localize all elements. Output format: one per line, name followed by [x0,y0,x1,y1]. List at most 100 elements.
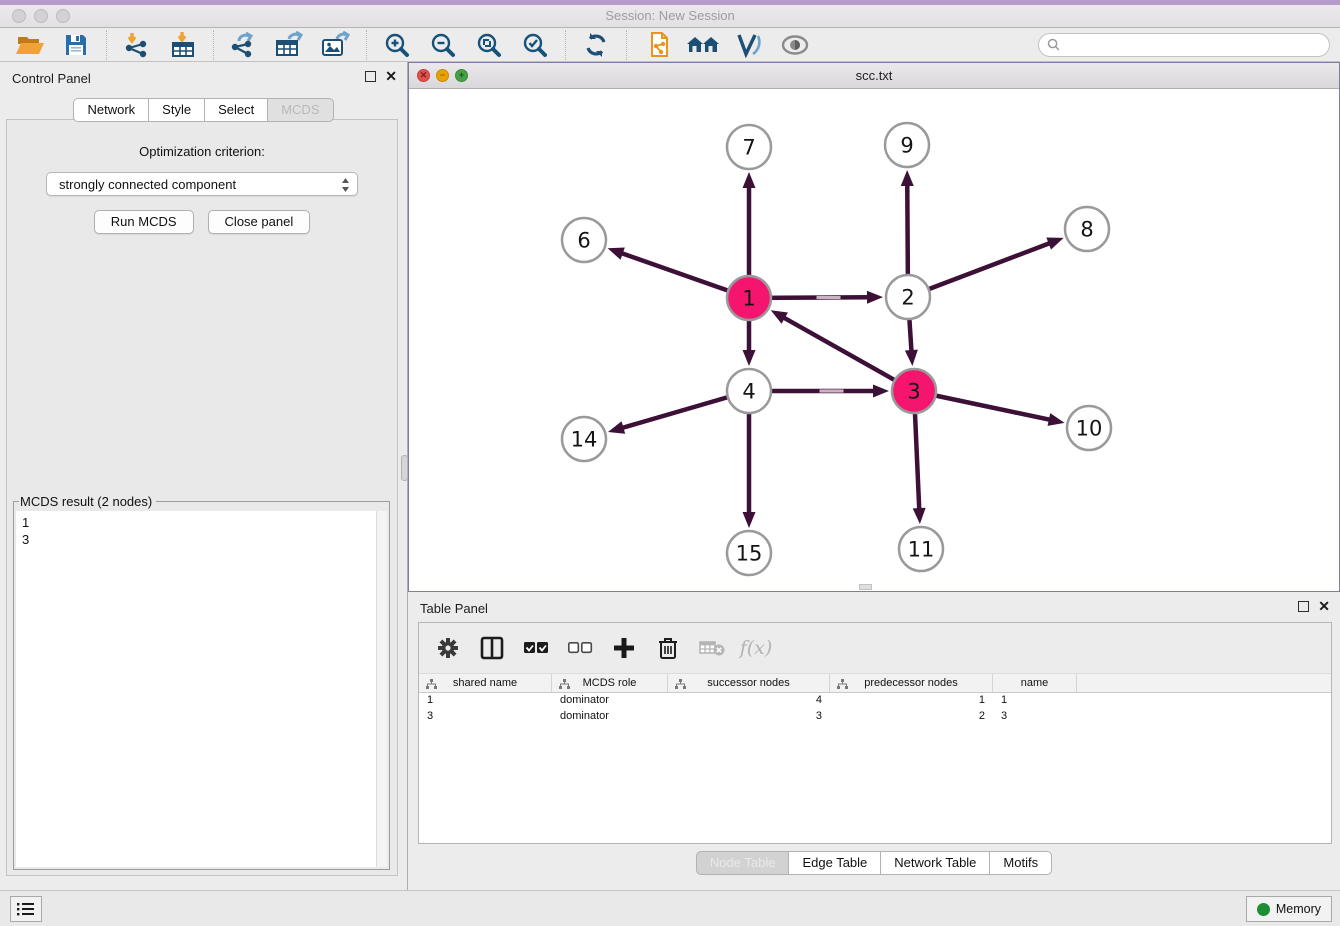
graph-node-label-15: 15 [736,542,763,566]
zoom-selected-button[interactable] [515,29,555,61]
run-mcds-button[interactable]: Run MCDS [94,210,194,234]
arrowhead-icon [905,350,918,366]
vizmap-icon [735,32,763,58]
result-line: 1 [16,511,387,531]
toolbar-separator [213,30,214,60]
graph-node-label-8: 8 [1080,218,1093,242]
tab-node-table[interactable]: Node Table [696,851,790,875]
status-bar: Memory [0,890,1340,926]
table-cell-mcds_role: dominator [552,709,668,725]
table-cell-successor_nodes: 3 [668,709,830,725]
memory-button[interactable]: Memory [1246,896,1332,922]
criterion-select[interactable]: strongly connected component [46,172,358,196]
delete-table-button[interactable] [695,631,729,665]
import-table-icon [170,31,196,59]
tab-edge-table[interactable]: Edge Table [788,851,881,875]
tab-select[interactable]: Select [204,98,268,122]
vizmap-button[interactable] [729,29,769,61]
add-column-button[interactable] [607,631,641,665]
memory-label: Memory [1276,902,1321,916]
result-line: 3 [16,531,387,548]
search-input[interactable] [1065,38,1321,52]
graph-node-label-4: 4 [742,380,755,404]
export-table-button[interactable] [270,29,310,61]
task-history-button[interactable] [10,896,42,922]
column-browser-button[interactable] [475,631,509,665]
tab-network-table[interactable]: Network Table [880,851,990,875]
arrowhead-icon [901,170,914,186]
table-panel-tabs: Node TableEdge TableNetwork TableMotifs [408,851,1340,875]
mcds-panel: Optimization criterion: strongly connect… [6,119,398,876]
home-button[interactable] [683,29,723,61]
zoom-fit-icon [476,32,502,58]
network-graph[interactable]: 7968124314101511 [409,89,1339,591]
table-panel-title: Table Panel [420,601,488,616]
export-network-icon [229,31,259,59]
column-type-icon [559,679,570,689]
float-table-panel-icon[interactable] [1298,601,1309,612]
column-type-icon [426,679,437,689]
column-header-mcds_role[interactable]: MCDS role [552,674,668,692]
zoom-in-icon [384,32,410,58]
arrowhead-icon [913,508,926,524]
table-panel-header: Table Panel ✕ [408,592,1340,622]
table-row[interactable]: 1dominator411 [419,693,1331,709]
table-toolbar: f(x) [419,623,1331,673]
function-builder-button[interactable]: f(x) [739,631,773,665]
eye-icon [780,34,810,56]
open-session-button[interactable] [10,29,50,61]
window-title: Session: New Session [0,8,1340,23]
import-network-button[interactable] [117,29,157,61]
arrowhead-icon [743,172,756,188]
save-session-button[interactable] [56,29,96,61]
graph-node-label-14: 14 [571,428,598,452]
mcds-result-lines: 13 [16,511,387,548]
hide-columns-button[interactable] [563,631,597,665]
result-scrollbar[interactable] [376,511,387,867]
arrowhead-icon [873,385,889,398]
table-panel: Table Panel ✕ [408,592,1340,890]
network-window-titlebar: ✕ − + scc.txt [409,63,1339,89]
tab-network[interactable]: Network [73,98,149,122]
tab-style[interactable]: Style [148,98,205,122]
import-network-icon [123,31,151,59]
column-header-successor_nodes[interactable]: successor nodes [668,674,830,692]
refresh-button[interactable] [576,29,616,61]
eye-button[interactable] [775,29,815,61]
close-panel-icon[interactable]: ✕ [385,69,397,83]
open-session-icon [15,33,45,57]
column-header-predecessor_nodes[interactable]: predecessor nodes [830,674,993,692]
export-image-button[interactable] [316,29,356,61]
network-from-file-button[interactable] [637,29,677,61]
zoom-out-button[interactable] [423,29,463,61]
table-settings-button[interactable] [431,631,465,665]
mcds-result-list[interactable]: 13 [16,511,387,867]
table-cell-name: 1 [993,693,1077,709]
zoom-fit-button[interactable] [469,29,509,61]
import-table-button[interactable] [163,29,203,61]
column-header-shared_name[interactable]: shared name [419,674,552,692]
tab-mcds[interactable]: MCDS [267,98,333,122]
export-table-icon [275,31,305,59]
panel-splitter[interactable] [401,455,408,481]
zoom-in-button[interactable] [377,29,417,61]
table-row[interactable]: 3dominator323 [419,709,1331,725]
column-browser-icon [480,636,504,660]
tab-motifs[interactable]: Motifs [989,851,1052,875]
network-resize-handle[interactable] [859,584,872,590]
main-toolbar [0,28,1340,62]
column-header-name[interactable]: name [993,674,1077,692]
float-panel-icon[interactable] [365,71,376,82]
save-session-icon [64,33,88,57]
table-cell-name: 3 [993,709,1077,725]
arrowhead-icon [743,350,756,366]
search-box [1038,33,1330,57]
close-table-panel-icon[interactable]: ✕ [1318,599,1330,613]
toolbar-separator [366,30,367,60]
network-from-file-icon [644,31,670,59]
export-network-button[interactable] [224,29,264,61]
refresh-icon [583,32,609,58]
show-columns-button[interactable] [519,631,553,665]
delete-column-button[interactable] [651,631,685,665]
close-panel-button[interactable]: Close panel [208,210,311,234]
